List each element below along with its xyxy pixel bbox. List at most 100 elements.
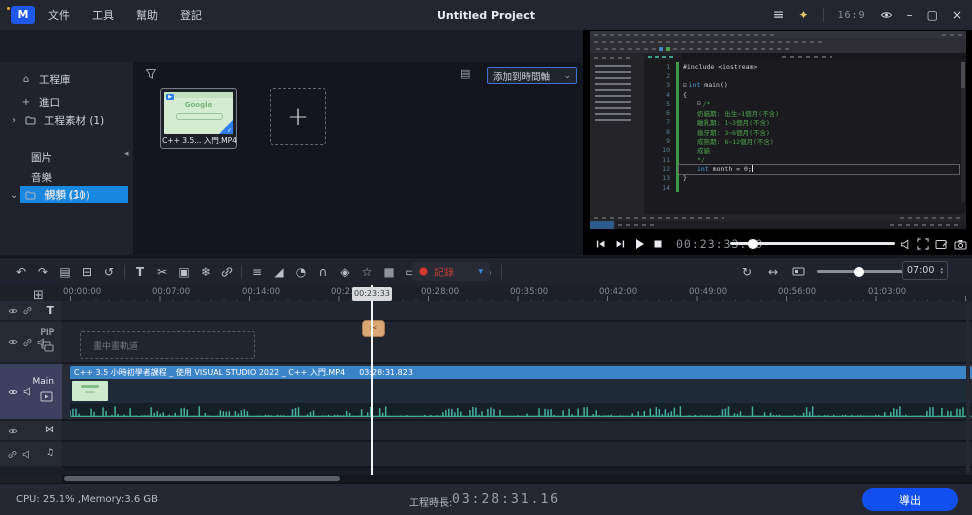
add-to-timeline-dropdown[interactable]: 添加到時間軸 ⌄ (487, 67, 577, 84)
text-track-header[interactable]: T (0, 301, 62, 320)
stop-button[interactable] (649, 238, 667, 250)
freeze-frame-icon[interactable]: ❄ (199, 265, 213, 279)
camera-icon[interactable] (954, 239, 967, 250)
fold-marker-icon: ⊟ (683, 100, 701, 107)
timeline-zoom-slider[interactable] (817, 270, 905, 273)
text-track-label: T (46, 304, 54, 317)
main-track-label: Main (33, 377, 55, 387)
play-button[interactable] (630, 238, 648, 250)
interval-spinner[interactable]: 07:00 ▴▾ (902, 261, 948, 280)
project-duration-value: 03:28:31.16 (452, 492, 560, 507)
pip-frames-icon (41, 341, 54, 352)
next-frame-button[interactable] (611, 238, 629, 250)
eye-icon[interactable] (8, 338, 18, 346)
cpu-memory-status: CPU: 25.1% ,Memory:3.6 GB (16, 494, 158, 505)
add-track-icon[interactable]: ⊞ (33, 289, 44, 302)
minimize-button[interactable]: – (907, 8, 913, 22)
copy-paste-icon[interactable]: ▤ (58, 265, 72, 279)
view-list-icon[interactable]: ▤ (460, 68, 470, 79)
pip-track-header[interactable]: PIP (0, 322, 62, 362)
duplicate-icon[interactable]: ▣ (177, 265, 191, 279)
timeline-vertical-scrollbar[interactable] (966, 305, 970, 475)
main-clip-titlebar: C++ 3.5 小時初學者課程 _ 使用 VISUAL STUDIO 2022 … (70, 366, 972, 379)
zoom-out-frame-icon[interactable] (792, 267, 805, 276)
detach-audio-icon[interactable] (221, 266, 233, 278)
speaker-icon[interactable] (23, 387, 32, 396)
speaker-icon[interactable] (22, 450, 31, 459)
media-tabs-bar: 匯入媒體檔案 ♬ 音樂 T 文字 ⋈ 轉場 ✶ 特效 ◔ 貼紙 ▦ 模板 ⌂ 倉… (0, 30, 583, 62)
titlebar-divider (823, 8, 824, 22)
playhead[interactable]: 00:23:33 (371, 285, 373, 475)
close-button[interactable]: × (952, 8, 962, 22)
music-track-row[interactable] (62, 442, 972, 466)
chevron-down-icon: ▾ (478, 267, 483, 277)
delete-icon[interactable]: ⊟ (80, 265, 94, 279)
eye-icon[interactable] (8, 388, 18, 396)
main-clip-body (70, 379, 972, 403)
rotate-icon[interactable]: ↺ (102, 265, 116, 279)
lock-link-icon[interactable] (23, 306, 32, 315)
preview-seek-slider[interactable] (730, 242, 895, 245)
folder-icon (25, 116, 37, 125)
fit-timeline-icon[interactable]: ↔ (766, 265, 780, 279)
add-text-icon[interactable]: T (133, 265, 147, 279)
split-scissors-icon[interactable]: ✂ (155, 265, 169, 279)
aspect-ratio-label[interactable]: 16:9 (838, 10, 866, 21)
text-track-row[interactable] (62, 301, 972, 320)
undo-icon[interactable]: ↶ (14, 265, 28, 279)
media-clip-card[interactable]: Google ▶ ✓ C++ 3.5... 入門.MP4 (160, 88, 237, 149)
main-track-row[interactable]: C++ 3.5 小時初學者課程 _ 使用 VISUAL STUDIO 2022 … (62, 364, 972, 419)
sidebar-collapse-icon[interactable]: ◂ (124, 150, 129, 159)
record-button[interactable]: 記錄 ▾ (412, 262, 490, 281)
main-clip-waveform (70, 403, 972, 417)
export-button[interactable]: 導出 (862, 488, 958, 511)
chroma-key-icon[interactable]: ◈ (338, 265, 352, 279)
magic-icon[interactable]: ✦ (798, 8, 808, 22)
transition-track-row[interactable] (62, 421, 972, 440)
seek-slider-knob[interactable] (748, 239, 758, 249)
sidebar-item-project-assets[interactable]: › 工程素材 (1) (0, 111, 143, 129)
volume-icon[interactable] (900, 239, 911, 250)
pip-track-row[interactable]: 畫中畫軌道 ✂ (62, 322, 972, 362)
previous-frame-button[interactable] (592, 238, 610, 250)
lock-link-icon[interactable] (23, 338, 32, 347)
adjust-icon[interactable]: ≡ (250, 265, 264, 279)
keyframe-curve-icon[interactable]: ∩ (316, 265, 330, 279)
favorite-star-icon[interactable]: ☆ (360, 265, 374, 279)
snapshot-edit-icon[interactable] (935, 239, 948, 250)
main-video-clip[interactable]: C++ 3.5 小時初學者課程 _ 使用 VISUAL STUDIO 2022 … (70, 366, 972, 417)
statusbar: CPU: 25.1% ,Memory:3.6 GB 工程時長: 03:28:31… (0, 483, 972, 515)
main-track-header[interactable]: Main (0, 364, 62, 419)
sync-icon[interactable]: ↻ (740, 265, 754, 279)
redo-icon[interactable]: ↷ (36, 265, 50, 279)
preview-video-frame: 1#include <iostream> 2 3⊟int main() 4{ 5… (590, 31, 966, 229)
transition-track-header[interactable]: ⋈ (0, 421, 62, 440)
spinner-down-icon[interactable]: ▾ (940, 271, 943, 275)
sidebar-item-import[interactable]: + 進口 (0, 93, 153, 111)
eye-icon[interactable] (8, 307, 18, 315)
sidebar-item-samples[interactable]: ⌄ 例子 (30) (0, 186, 143, 204)
titlebar: M 文件 工具 幫助 登記 Untitled Project ≡ ✦ 16:9 … (0, 0, 972, 31)
fold-marker-icon: ⊟ (683, 82, 687, 89)
lock-link-icon[interactable] (8, 450, 17, 459)
chevron-down-icon: ⌄ (10, 190, 18, 201)
project-duration-label: 工程時長: (409, 494, 452, 509)
transition-clip[interactable]: ✂ (362, 320, 385, 337)
speed-ramp-icon[interactable]: ◢ (272, 265, 286, 279)
fullscreen-icon[interactable] (917, 238, 929, 250)
eye-icon[interactable] (8, 427, 18, 435)
preview-eye-icon[interactable] (880, 10, 893, 20)
music-track-header[interactable]: ♫ (0, 442, 62, 466)
video-track-icon (40, 391, 53, 402)
color-fill-icon[interactable]: ■ (382, 265, 396, 279)
filter-icon[interactable] (145, 68, 157, 80)
import-media-plus-box[interactable]: + (270, 88, 326, 145)
sidebar-item-project-library[interactable]: ⌂ 工程庫 (0, 70, 153, 88)
maximize-button[interactable]: ▢ (927, 8, 938, 22)
hamburger-menu-icon[interactable]: ≡ (773, 7, 785, 23)
timeline-horizontal-scrollbar[interactable] (64, 476, 340, 481)
playhead-tooltip: 00:23:33 (352, 287, 392, 301)
zoom-slider-knob[interactable] (854, 267, 864, 277)
timer-icon[interactable]: ◔ (294, 265, 308, 279)
media-clip-name: C++ 3.5... 入門.MP4 (161, 135, 238, 146)
